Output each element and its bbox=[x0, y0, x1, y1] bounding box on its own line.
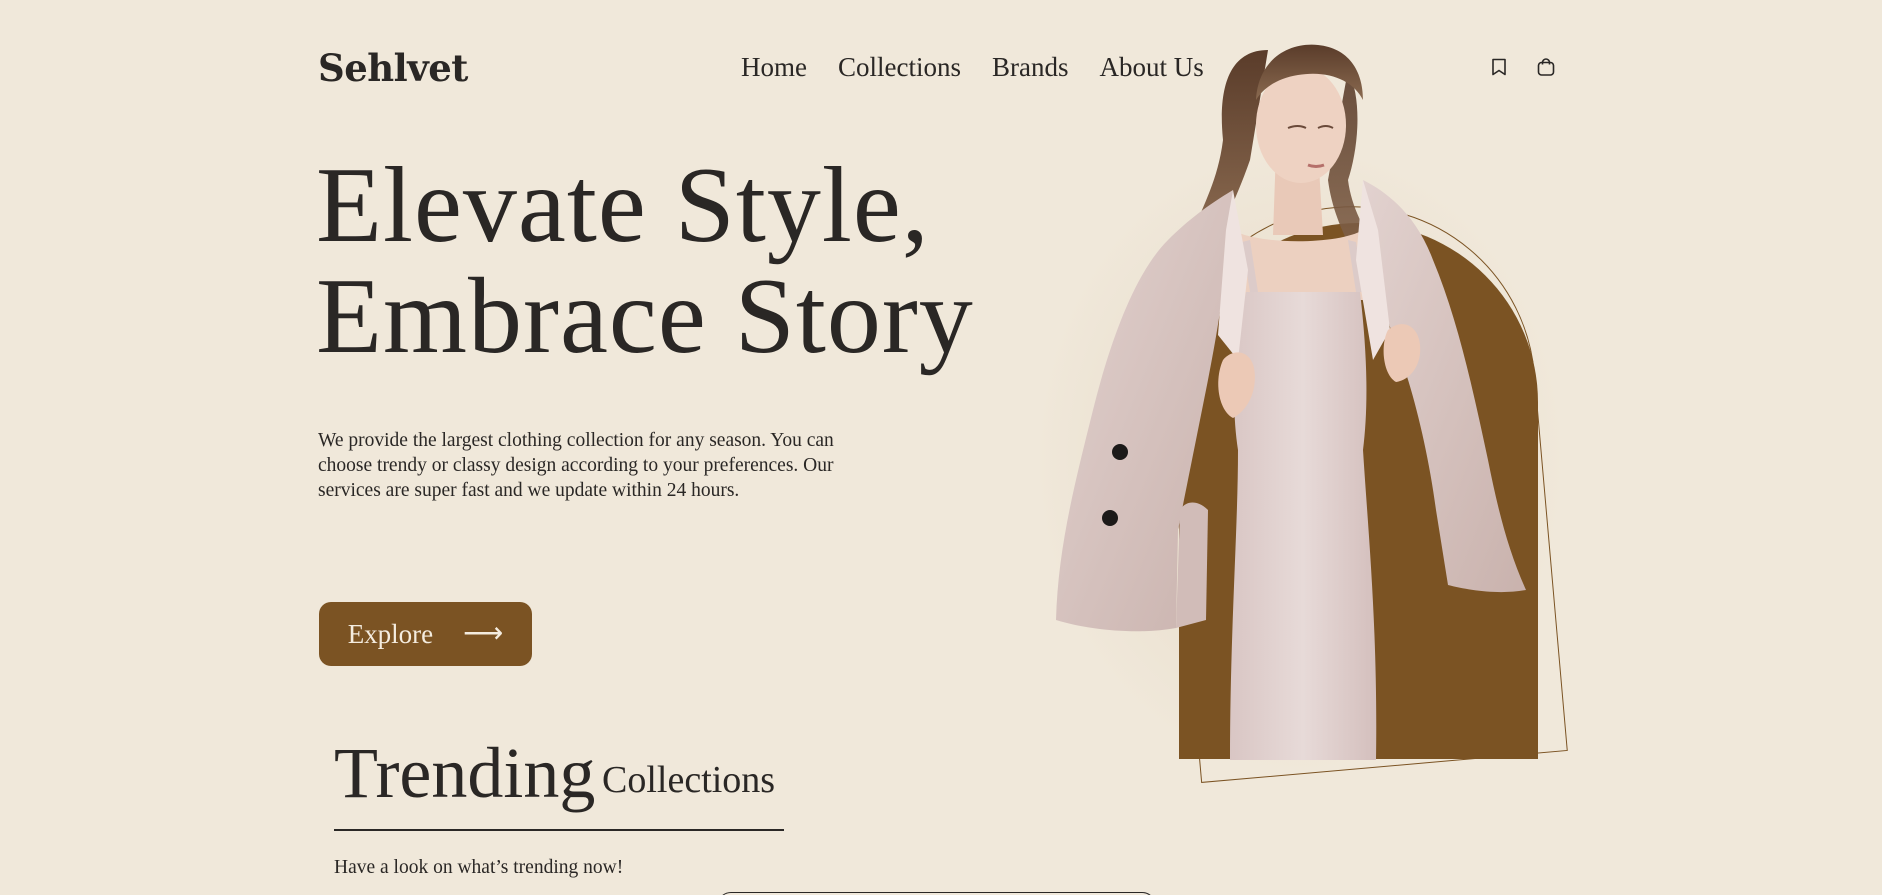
explore-button-label: Explore bbox=[347, 618, 434, 649]
trending-divider bbox=[334, 829, 784, 831]
trending-description: Have a look on what’s trending now! bbox=[334, 857, 624, 878]
nav-collections[interactable]: Collections bbox=[838, 52, 961, 83]
hero-title-line-2: Embrace Story bbox=[316, 257, 974, 376]
hero-title: Elevate Style, Embrace Story bbox=[316, 150, 974, 372]
brand-logo[interactable]: Sehlvet bbox=[318, 46, 468, 90]
trending-subtitle: Collections bbox=[602, 759, 776, 801]
hero-title-line-1: Elevate Style, bbox=[316, 146, 930, 265]
nav-home[interactable]: Home bbox=[741, 52, 807, 83]
landing-page: Sehlvet Home Collections Brands About Us… bbox=[0, 0, 1882, 895]
explore-button[interactable]: Explore ⟶ bbox=[319, 602, 532, 666]
hero-description: We provide the largest clothing collecti… bbox=[318, 430, 834, 501]
shopping-bag-icon[interactable] bbox=[1535, 56, 1557, 78]
arrow-right-icon: ⟶ bbox=[463, 618, 504, 649]
trending-title: Trending bbox=[334, 733, 596, 813]
model-image bbox=[1056, 44, 1526, 760]
